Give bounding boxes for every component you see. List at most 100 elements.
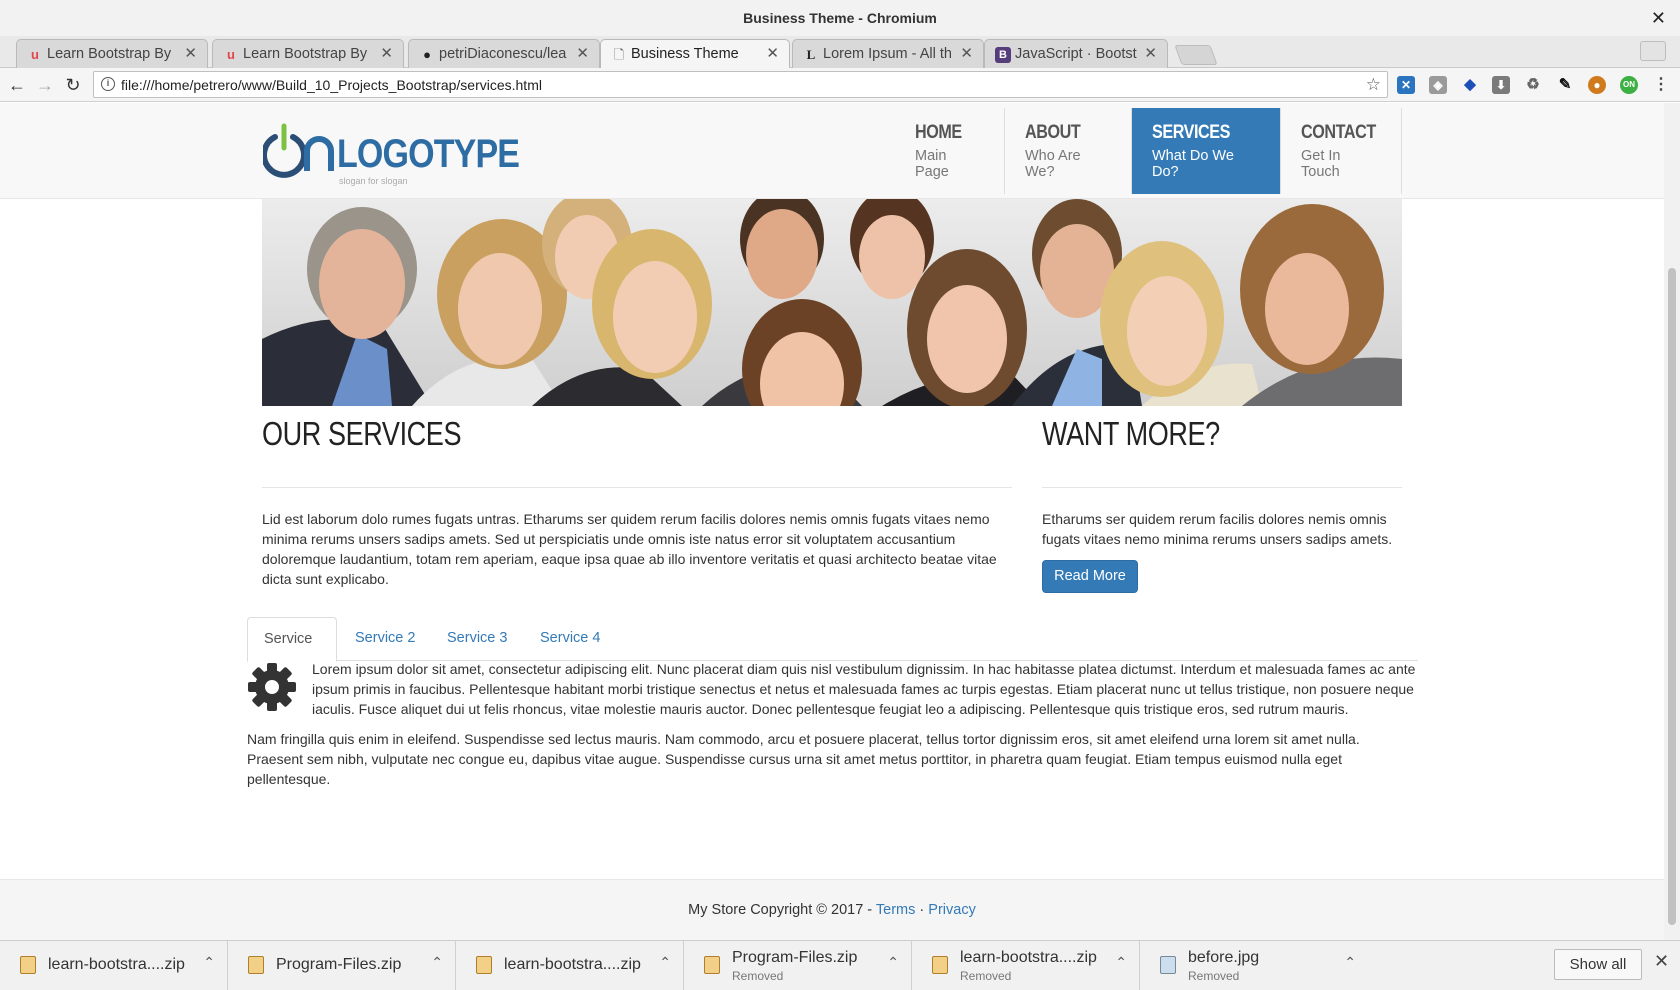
window-close-icon[interactable]: ✕ [1651,0,1666,36]
browser-tab[interactable]: B JavaScript · Bootstr ✕ [984,39,1168,68]
browser-tab[interactable]: ● petriDiaconescu/lea ✕ [408,39,600,68]
services-divider [262,487,1012,488]
download-item[interactable]: Program-Files.zip ⌃ [228,941,456,990]
tab-content-paragraph-1: Lorem ipsum dolor sit amet, consectetur … [312,661,1416,717]
download-filename: learn-bootstra....zip [48,956,185,973]
services-heading: OUR SERVICES [262,415,462,452]
download-status: Removed [1188,969,1240,983]
nav-item-subtitle: Who Are We? [1025,148,1081,180]
nav-item-home[interactable]: HOME Main Page [895,108,1005,194]
browser-tab[interactable]: u Learn Bootstrap By ✕ [16,39,208,68]
menu-icon[interactable]: ⋮ [1652,76,1670,94]
services-text: Lid est laborum dolo rumes fugats untras… [262,511,997,587]
close-tab-icon[interactable]: ✕ [960,40,973,68]
site-logo[interactable]: LOGOTYPE slogan for slogan [261,123,520,186]
info-icon[interactable]: i [101,77,115,91]
profile-icon[interactable] [1640,41,1666,61]
tab-service-1[interactable]: Service 1 [247,617,337,690]
chevron-up-icon[interactable]: ⌃ [203,954,215,971]
nav-item-contact[interactable]: CONTACT Get In Touch [1281,108,1402,194]
download-item[interactable]: Program-Files.zip Removed ⌃ [684,941,912,990]
chevron-up-icon[interactable]: ⌃ [1115,954,1127,971]
browser-tab-title: Learn Bootstrap By [47,46,172,62]
extension-icon[interactable]: ON [1620,76,1638,94]
zip-file-icon [704,956,720,974]
close-tab-icon[interactable]: ✕ [1144,40,1157,68]
browser-toolbar: ← → ↻ i file:///home/petrero/www/Build_1… [0,68,1680,102]
extension-icon[interactable]: ✕ [1397,76,1415,94]
nav-item-subtitle: What Do We Do? [1152,148,1234,180]
download-filename: learn-bootstra....zip [960,949,1097,966]
banner-image [262,199,1402,406]
browser-tab[interactable]: L Lorem Ipsum - All th ✕ [792,39,984,68]
footer-terms-link[interactable]: Terms [876,902,915,918]
zip-file-icon [248,956,264,974]
footer-privacy-link[interactable]: Privacy [928,902,976,918]
download-shelf: learn-bootstra....zip ⌃ Program-Files.zi… [0,940,1680,990]
github-icon: ● [423,47,431,62]
zip-file-icon [20,956,36,974]
lipsum-icon: L [806,47,816,62]
download-status: Removed [732,969,784,983]
download-item[interactable]: before.jpg Removed ⌃ [1140,941,1368,990]
image-file-icon [1160,956,1176,974]
scrollbar-thumb[interactable] [1668,268,1676,925]
download-status: Removed [960,969,1012,983]
shield-icon[interactable]: ◈ [1429,76,1447,94]
nav-item-services[interactable]: SERVICES What Do We Do? [1132,108,1281,194]
chevron-up-icon[interactable]: ⌃ [431,954,443,971]
close-tab-icon[interactable]: ✕ [380,40,393,68]
browser-tabstrip: u Learn Bootstrap By ✕ u Learn Bootstrap… [0,36,1680,69]
page-icon: 🗋 [613,47,625,62]
download-item[interactable]: learn-bootstra....zip Removed ⌃ [912,941,1140,990]
tab-service-2[interactable]: Service 2 [339,617,431,661]
close-tab-icon[interactable]: ✕ [766,40,779,68]
close-tab-icon[interactable]: ✕ [184,40,197,68]
tab-service-3[interactable]: Service 3 [431,617,523,661]
download-item[interactable]: learn-bootstra....zip ⌃ [456,941,684,990]
address-bar[interactable]: i file:///home/petrero/www/Build_10_Proj… [93,71,1388,98]
reload-icon[interactable]: ↻ [62,74,84,96]
page-scrollbar[interactable] [1664,103,1680,940]
footer-separator: · [915,902,929,918]
window-titlebar: Business Theme - Chromium ✕ [0,0,1680,36]
download-filename: Program-Files.zip [276,956,402,973]
forward-icon[interactable]: → [34,74,56,96]
tab-service-4[interactable]: Service 4 [524,617,616,661]
extension-icon[interactable]: ◆ [1461,76,1479,94]
browser-tab[interactable]: u Learn Bootstrap By ✕ [212,39,404,68]
browser-tab-active[interactable]: 🗋 Business Theme ✕ [600,39,790,69]
back-icon[interactable]: ← [6,74,28,96]
download-filename: Program-Files.zip [732,949,858,966]
extension-icon[interactable]: ● [1588,76,1606,94]
download-icon[interactable]: ⬇ [1492,76,1510,94]
browser-tab-title: Learn Bootstrap By [243,46,368,62]
footer-copyright: My Store Copyright © 2017 - [688,902,876,918]
read-more-button[interactable]: Read More [1042,560,1138,593]
nav-item-title: HOME [915,122,962,143]
nav-item-title: CONTACT [1301,122,1376,143]
close-icon[interactable]: ✕ [1654,951,1669,972]
extension-icon[interactable]: ✎ [1556,76,1574,94]
nav-item-title: ABOUT [1025,122,1081,143]
business-team-photo [262,199,1402,406]
address-url: file:///home/petrero/www/Build_10_Projec… [121,77,542,93]
nav-item-title: SERVICES [1152,122,1230,143]
bookmark-star-icon[interactable]: ☆ [1366,72,1381,98]
chevron-up-icon[interactable]: ⌃ [887,954,899,971]
show-all-button[interactable]: Show all [1554,949,1642,980]
download-item[interactable]: learn-bootstra....zip ⌃ [0,941,228,990]
chevron-up-icon[interactable]: ⌃ [1344,954,1356,971]
bootstrap-icon: B [995,47,1011,63]
new-tab-button[interactable] [1174,45,1218,65]
close-tab-icon[interactable]: ✕ [576,40,589,68]
window-title: Business Theme - Chromium [743,10,937,26]
want-more-divider [1042,487,1402,488]
download-filename: learn-bootstra....zip [504,956,641,973]
nav-item-subtitle: Main Page [915,148,949,180]
gear-icon [248,663,296,711]
nav-item-about[interactable]: ABOUT Who Are We? [1005,108,1132,194]
service-tabs: Service 1 Service 2 Service 3 Service 4 [247,617,1418,690]
recycle-icon[interactable]: ♻ [1524,76,1542,94]
chevron-up-icon[interactable]: ⌃ [659,954,671,971]
